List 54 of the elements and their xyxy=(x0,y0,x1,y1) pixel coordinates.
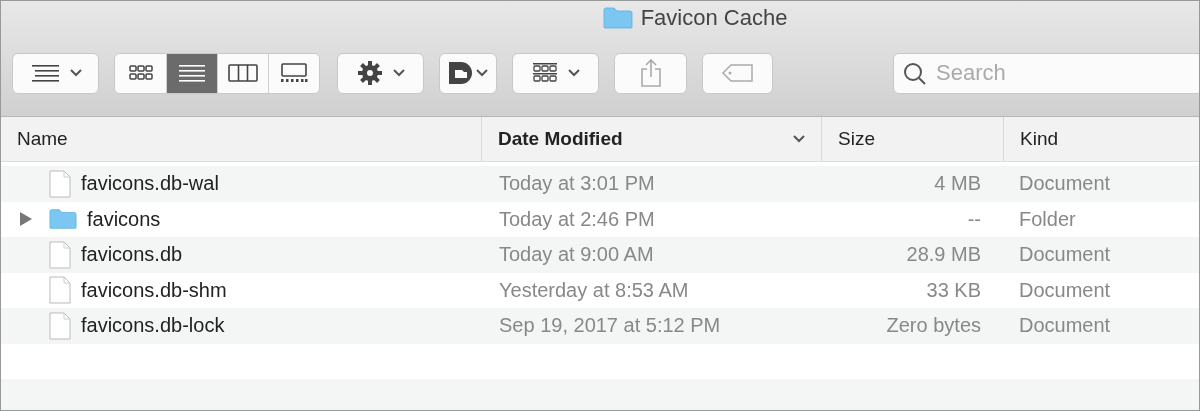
date-cell-text: Today at 2:46 PM xyxy=(498,207,656,231)
file-name: favicons.db-shm xyxy=(81,278,227,302)
file-name: favicons.db-wal xyxy=(81,172,219,196)
gear-icon xyxy=(356,60,383,86)
date-cell-text: Today at 9:00 AM xyxy=(498,243,655,267)
view-mode-button[interactable] xyxy=(268,53,319,93)
chevron-icon xyxy=(567,69,580,77)
arrange-button[interactable] xyxy=(12,52,99,94)
chevron-icon xyxy=(69,69,82,77)
document-icon xyxy=(49,311,71,340)
disclosure-triangle-icon[interactable] xyxy=(19,212,33,227)
outline-list-icon xyxy=(29,64,60,82)
action-button[interactable] xyxy=(337,52,424,94)
column-header[interactable]: Kind xyxy=(1003,117,1199,161)
view-mode-button[interactable] xyxy=(166,53,217,93)
column-header[interactable]: Name xyxy=(1,117,481,161)
date-cell-text: Sep 19, 2017 at 5:12 PM xyxy=(498,314,722,338)
list-icon xyxy=(178,64,206,82)
share-icon xyxy=(639,59,662,87)
share-menu-button[interactable] xyxy=(439,52,497,94)
kind-cell-text: Document xyxy=(1018,278,1112,302)
file-name: favicons xyxy=(87,207,161,231)
size-cell-text: Zero bytes xyxy=(885,314,982,338)
tag-icon xyxy=(720,63,755,83)
window-title: Favicon Cache xyxy=(640,5,788,31)
folder-icon xyxy=(49,208,77,231)
kind-cell-text: Document xyxy=(1018,243,1112,267)
columns-icon xyxy=(228,64,258,82)
chevron-icon xyxy=(392,69,405,77)
gallery-icon xyxy=(280,63,308,83)
d-folder-icon xyxy=(448,61,474,85)
date-cell-text: Today at 3:01 PM xyxy=(498,172,656,196)
kind-cell-text: Document xyxy=(1018,314,1112,338)
search-field[interactable]: Search xyxy=(893,52,1199,94)
size-cell-text: 4 MB xyxy=(933,172,982,196)
group-button[interactable] xyxy=(512,52,599,94)
document-icon xyxy=(49,276,71,305)
icon-grid-icon xyxy=(128,65,153,81)
column-header[interactable]: Date Modified xyxy=(481,117,821,161)
size-cell-text: 33 KB xyxy=(925,278,982,302)
file-name: favicons.db-lock xyxy=(81,314,225,338)
column-header[interactable]: Size xyxy=(821,117,1003,161)
file-name: favicons.db xyxy=(81,243,183,267)
document-icon xyxy=(49,240,71,269)
size-cell-text: -- xyxy=(966,207,982,231)
kind-cell-text: Document xyxy=(1018,172,1112,196)
grouped-grid-icon xyxy=(531,62,558,84)
folder-icon xyxy=(602,7,633,29)
chevron-icon xyxy=(793,135,805,143)
chevron-icon xyxy=(476,69,488,77)
kind-cell-text: Folder xyxy=(1018,207,1077,231)
date-cell-text: Yesterday at 8:53 AM xyxy=(498,278,690,302)
size-cell-text: 28.9 MB xyxy=(905,243,982,267)
document-icon xyxy=(49,169,71,198)
